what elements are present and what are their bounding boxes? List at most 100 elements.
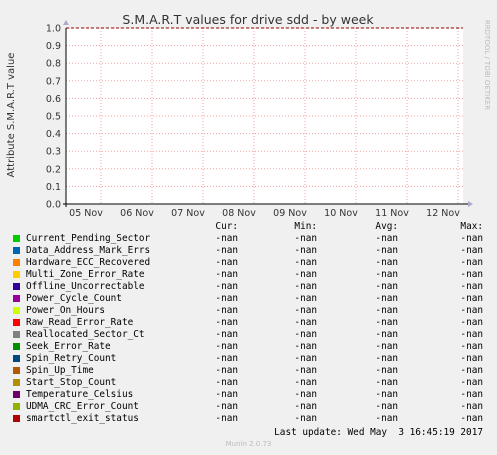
legend-value-avg: -nan xyxy=(375,269,398,280)
legend-value-avg: -nan xyxy=(375,329,398,340)
legend-swatch xyxy=(13,331,20,338)
legend-label: Multi_Zone_Error_Rate xyxy=(26,269,145,280)
legend-item: Data_Address_Mark_Errs -nan -nan -nan -nan xyxy=(0,245,497,257)
legend-swatch xyxy=(13,295,20,302)
legend-value-cur: -nan xyxy=(215,281,238,292)
y-tick-labels: 0.0 0.1 0.2 0.3 0.4 0.5 0.6 0.7 0.8 0.9 1.0 xyxy=(46,24,61,211)
x-tick-label: 10 Nov xyxy=(324,208,358,219)
legend-swatch xyxy=(13,379,20,386)
legend-label: Current_Pending_Sector xyxy=(26,233,151,244)
legend-value-min: -nan xyxy=(294,341,317,352)
legend-item: Offline_Uncorrectable -nan -nan -nan -nan xyxy=(0,281,497,293)
y-tick-label: 1.0 xyxy=(46,24,61,35)
legend-value-max: -nan xyxy=(460,257,483,268)
legend-value-cur: -nan xyxy=(215,377,238,388)
legend-swatch xyxy=(13,355,20,362)
legend-value-avg: -nan xyxy=(375,233,398,244)
legend-item: Temperature_Celsius -nan -nan -nan -nan xyxy=(0,389,497,401)
y-tick-label: 0.7 xyxy=(46,76,61,87)
legend-value-cur: -nan xyxy=(215,353,238,364)
y-axis-arrow-icon xyxy=(63,20,69,25)
y-tick-label: 0.6 xyxy=(46,94,61,105)
legend-label: Offline_Uncorrectable xyxy=(26,281,145,292)
legend-value-avg: -nan xyxy=(375,281,398,292)
legend-value-min: -nan xyxy=(294,245,317,256)
legend-value-max: -nan xyxy=(460,389,483,400)
legend-value-cur: -nan xyxy=(215,341,238,352)
legend-value-cur: -nan xyxy=(215,401,238,412)
chart-title: S.M.A.R.T values for drive sdd - by week xyxy=(122,12,374,27)
legend-value-min: -nan xyxy=(294,389,317,400)
y-tick-label: 0.9 xyxy=(46,41,61,52)
legend-label: smartctl_exit_status xyxy=(26,413,139,424)
legend-value-cur: -nan xyxy=(215,317,238,328)
legend-value-max: -nan xyxy=(460,413,483,424)
legend-value-min: -nan xyxy=(294,401,317,412)
legend-label: Spin_Retry_Count xyxy=(26,353,117,364)
legend-value-max: -nan xyxy=(460,329,483,340)
header-avg: Avg: xyxy=(375,221,398,232)
legend-label: Spin_Up_Time xyxy=(26,365,94,376)
legend-swatch xyxy=(13,415,20,422)
legend-item: Power_Cycle_Count -nan -nan -nan -nan xyxy=(0,293,497,305)
x-tick-labels: 05 Nov 06 Nov 07 Nov 08 Nov 09 Nov 10 Nov 11 N… xyxy=(69,208,460,219)
last-update: Last update: Wed May 3 16:45:19 2017 xyxy=(274,427,483,438)
legend-value-cur: -nan xyxy=(215,269,238,280)
legend-item: Reallocated_Sector_Ct -nan -nan -nan -nan xyxy=(0,329,497,341)
rrdtool-watermark: RRDTOOL / TOBI OETIKER xyxy=(483,20,491,110)
y-tick-label: 0.4 xyxy=(46,129,61,140)
legend-swatch xyxy=(13,403,20,410)
y-axis-label: Attribute S.M.A.R.T value xyxy=(6,53,17,178)
legend-item: UDMA_CRC_Error_Count -nan -nan -nan -nan xyxy=(0,401,497,413)
x-tick-label: 06 Nov xyxy=(120,208,154,219)
legend-item: Hardware_ECC_Recovered -nan -nan -nan -nan xyxy=(0,257,497,269)
legend-label: Seek_Error_Rate xyxy=(26,341,111,352)
legend-label: Hardware_ECC_Recovered xyxy=(26,257,151,268)
legend-swatch xyxy=(13,271,20,278)
header-max: Max: xyxy=(460,221,483,232)
munin-version: Munin 2.0.73 xyxy=(225,440,272,448)
legend-value-min: -nan xyxy=(294,233,317,244)
legend-swatch xyxy=(13,343,20,350)
legend-value-cur: -nan xyxy=(215,329,238,340)
y-tick-label: 0.5 xyxy=(46,112,61,123)
legend-label: Power_Cycle_Count xyxy=(26,293,122,304)
legend-value-min: -nan xyxy=(294,377,317,388)
x-tick-label: 11 Nov xyxy=(375,208,409,219)
legend-item: Spin_Up_Time -nan -nan -nan -nan xyxy=(0,365,497,377)
legend-value-avg: -nan xyxy=(375,353,398,364)
y-tick-label: 0.0 xyxy=(46,200,61,211)
legend-value-max: -nan xyxy=(460,401,483,412)
legend-value-avg: -nan xyxy=(375,401,398,412)
legend-value-min: -nan xyxy=(294,269,317,280)
legend-value-avg: -nan xyxy=(375,317,398,328)
y-tick-label: 0.8 xyxy=(46,59,61,70)
legend-swatch xyxy=(13,235,20,242)
legend-label: Data_Address_Mark_Errs xyxy=(26,245,151,256)
legend-value-cur: -nan xyxy=(215,233,238,244)
x-axis-arrow-icon xyxy=(468,201,473,207)
legend-item: Start_Stop_Count -nan -nan -nan -nan xyxy=(0,377,497,389)
legend-value-min: -nan xyxy=(294,293,317,304)
x-tick-label: 05 Nov xyxy=(69,208,103,219)
legend-value-cur: -nan xyxy=(215,245,238,256)
legend-value-avg: -nan xyxy=(375,245,398,256)
legend-value-cur: -nan xyxy=(215,413,238,424)
y-tick-label: 0.2 xyxy=(46,164,61,175)
legend-value-min: -nan xyxy=(294,305,317,316)
y-tick-label: 0.1 xyxy=(46,182,61,193)
legend-value-min: -nan xyxy=(294,329,317,340)
x-tick-label: 09 Nov xyxy=(273,208,307,219)
legend-value-min: -nan xyxy=(294,281,317,292)
header-min: Min: xyxy=(294,221,317,232)
legend-label: Raw_Read_Error_Rate xyxy=(26,317,134,328)
x-tick-label: 07 Nov xyxy=(171,208,205,219)
legend-value-max: -nan xyxy=(460,293,483,304)
legend-value-max: -nan xyxy=(460,341,483,352)
legend-swatch xyxy=(13,247,20,254)
legend-value-max: -nan xyxy=(460,281,483,292)
header-cur: Cur: xyxy=(215,221,238,232)
legend-swatch xyxy=(13,367,20,374)
legend-value-avg: -nan xyxy=(375,389,398,400)
legend-label: UDMA_CRC_Error_Count xyxy=(26,401,139,412)
